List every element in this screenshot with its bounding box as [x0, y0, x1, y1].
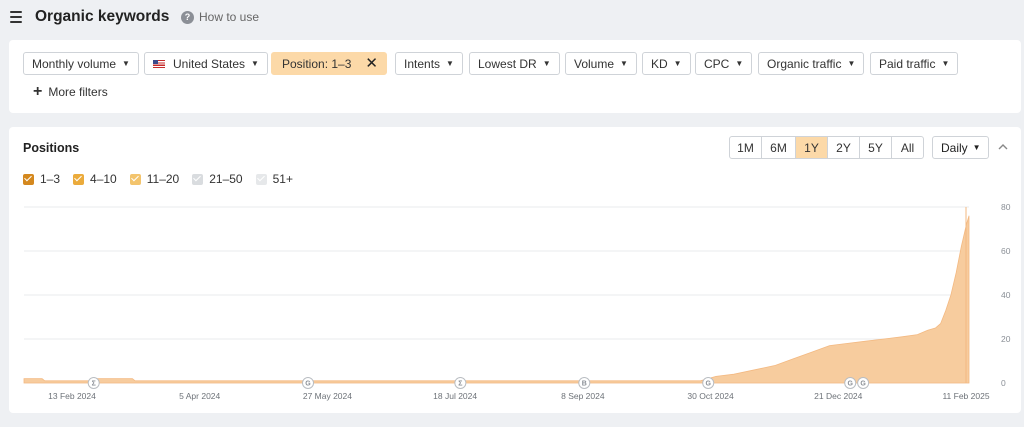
caret-down-icon: ▼ [251, 59, 259, 68]
annotation-marker: B [578, 377, 591, 389]
more-filters-button[interactable]: + More filters [33, 84, 108, 100]
caret-down-icon: ▼ [620, 59, 628, 68]
caret-down-icon: ▼ [446, 59, 454, 68]
how-to-use-label: How to use [199, 10, 260, 24]
chip-label: Intents [404, 56, 441, 71]
volume-dropdown[interactable]: Volume ▼ [565, 52, 637, 75]
x-tick-label: 11 Feb 2025 [942, 391, 989, 401]
paid-traffic-dropdown[interactable]: Paid traffic ▼ [870, 52, 959, 75]
x-tick-label: 8 Sep 2024 [561, 391, 605, 401]
series-area [23, 215, 970, 384]
y-tick-label: 80 [1001, 202, 1011, 212]
y-tick-label: 40 [1001, 290, 1011, 300]
marker-label: G [848, 381, 854, 388]
how-to-use-link[interactable]: ? How to use [181, 10, 259, 24]
country-dropdown[interactable]: United States ▼ [144, 52, 268, 75]
chip-label: Volume [574, 56, 615, 71]
help-icon: ? [181, 10, 194, 24]
caret-down-icon: ▼ [542, 59, 551, 68]
intents-dropdown[interactable]: Intents ▼ [395, 52, 463, 75]
chip-label: United States [173, 56, 246, 71]
x-tick-label: 21 Dec 2024 [814, 391, 862, 401]
chip-label: Paid traffic [879, 56, 936, 71]
marker-label: Σ [92, 381, 96, 388]
x-tick-label: 18 Jul 2024 [433, 391, 477, 401]
annotation-marker: G [857, 377, 870, 389]
us-flag-icon [153, 59, 165, 68]
cpc-dropdown[interactable]: CPC ▼ [695, 52, 753, 75]
chip-label: Organic traffic [767, 56, 842, 71]
annotation-marker: G [302, 377, 315, 389]
x-tick-label: 30 Oct 2024 [687, 391, 734, 401]
annotation-marker: G [702, 377, 715, 389]
marker-label: B [582, 381, 587, 388]
y-tick-label: 20 [1001, 334, 1011, 344]
marker-label: G [705, 381, 711, 388]
chip-label: CPC [704, 56, 730, 71]
menu-icon[interactable] [10, 11, 22, 23]
marker-label: Σ [458, 381, 462, 388]
chip-label: Monthly volume [32, 56, 117, 71]
position-filter-chip[interactable]: Position: 1–3 ✕ [271, 52, 387, 75]
x-tick-label: 5 Apr 2024 [179, 391, 220, 401]
y-tick-label: 0 [1001, 378, 1006, 388]
x-tick-label: 27 May 2024 [303, 391, 352, 401]
positions-panel: Positions 1–3 4–10 11–20 21–50 51+ 1M 6M… [9, 127, 1021, 413]
close-icon[interactable]: ✕ [365, 56, 378, 71]
filter-bar: Monthly volume ▼ United States ▼ Position:… [9, 40, 1021, 113]
caret-down-icon: ▼ [941, 59, 950, 68]
caret-down-icon: ▼ [673, 59, 682, 68]
caret-down-icon: ▼ [847, 59, 856, 68]
annotation-marker: Σ [87, 377, 100, 389]
kd-dropdown[interactable]: KD ▼ [642, 52, 691, 75]
chip-label: KD [651, 56, 668, 71]
caret-down-icon: ▼ [122, 59, 130, 68]
monthly-volume-dropdown[interactable]: Monthly volume ▼ [23, 52, 139, 75]
chip-label: Position: 1–3 [282, 56, 352, 71]
lowest-dr-dropdown[interactable]: Lowest DR ▼ [469, 52, 560, 75]
x-axis-ticks: 13 Feb 2024 5 Apr 2024 27 May 2024 18 Jul 2… [48, 391, 990, 401]
caret-down-icon: ▼ [735, 59, 744, 68]
more-filters-label: More filters [48, 85, 108, 99]
annotation-marker: Σ [454, 377, 467, 389]
positions-chart: ΣGΣBGGG 020406080 13 Feb 2024 5 Apr 2024 2… [23, 202, 1011, 401]
chip-label: Lowest DR [478, 56, 537, 71]
top-bar: Organic keywords ? How to use [0, 0, 1024, 36]
annotation-marker: G [844, 377, 857, 389]
y-tick-label: 60 [1001, 246, 1011, 256]
marker-label: G [305, 381, 311, 388]
x-tick-label: 13 Feb 2024 [48, 391, 96, 401]
page-title: Organic keywords [35, 8, 170, 25]
organic-traffic-dropdown[interactable]: Organic traffic ▼ [758, 52, 865, 75]
marker-label: G [860, 381, 866, 388]
y-axis-ticks: 0 20 40 60 80 [1001, 202, 1011, 388]
plus-icon: + [33, 83, 43, 100]
